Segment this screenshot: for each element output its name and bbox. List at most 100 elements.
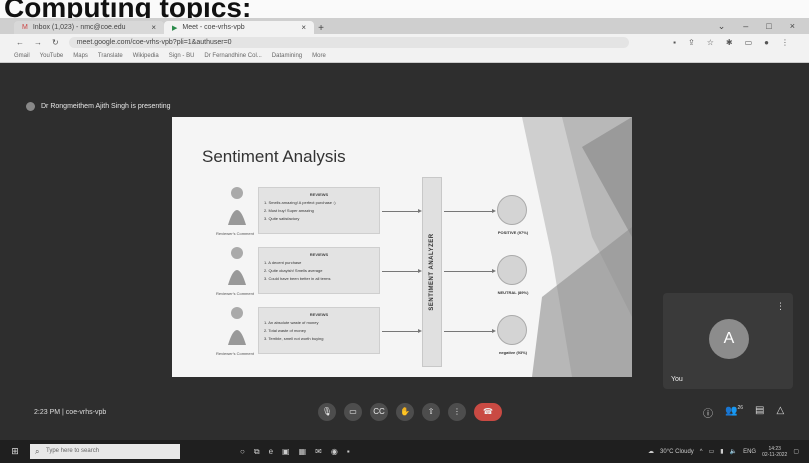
review-line: 1. Smells amazing! A perfect purchase :): [264, 200, 336, 205]
menu-icon[interactable]: ⋮: [781, 38, 789, 47]
minimize-icon[interactable]: –: [743, 21, 748, 32]
arrowhead: [492, 269, 496, 273]
shared-slide: Sentiment Analysis Reviewer's Comment RE…: [172, 117, 632, 377]
review-box-positive: REVIEWS 1. Smells amazing! A perfect pur…: [258, 187, 380, 234]
result-label: negative (93%): [498, 350, 527, 355]
people-icon[interactable]: 👥26: [725, 405, 743, 420]
mic-icon[interactable]: 🎙: [318, 403, 336, 421]
close-tab-icon[interactable]: ×: [301, 23, 306, 32]
meet-control-bar: 2:23 PM | coe-vrhs-vpb 🎙 ▭ CC ✋ ⇧ ⋮ ☎ ⓘ …: [0, 395, 809, 433]
gmail-icon: M: [22, 24, 28, 31]
app-icon[interactable]: ▪: [347, 447, 350, 457]
bookmark-item[interactable]: YouTube: [40, 53, 64, 59]
edge-icon[interactable]: e: [269, 447, 273, 457]
clock-date: 02-11-2022: [762, 451, 788, 458]
side-panel-controls: ⓘ 👥26 ▤ △: [703, 405, 784, 420]
volume-icon[interactable]: 🔈: [730, 448, 737, 455]
review-heading: REVIEWS: [309, 192, 329, 197]
review-heading: REVIEWS: [309, 252, 329, 257]
url-input[interactable]: meet.google.com/coe-vrhs-vpb?pli=1&authu…: [68, 36, 629, 48]
bookmark-item[interactable]: More: [312, 53, 326, 59]
reviewer-icon: [228, 247, 246, 285]
meeting-code: coe-vrhs-vpb: [65, 409, 107, 416]
smiley-neutral-icon: [497, 255, 527, 285]
task-view-icon[interactable]: ⧉: [254, 447, 260, 457]
reviewer-label: Reviewer's Comment: [216, 231, 254, 236]
close-tab-icon[interactable]: ×: [151, 23, 156, 32]
smiley-positive-icon: [497, 195, 527, 225]
present-icon[interactable]: ⇧: [422, 403, 440, 421]
bookmark-item[interactable]: Maps: [73, 53, 88, 59]
maximize-icon[interactable]: □: [766, 21, 771, 32]
bookmark-item[interactable]: Dr Fernandhine Col...: [204, 53, 261, 59]
notifications-icon[interactable]: ▢: [793, 448, 799, 455]
window-icon[interactable]: ▭: [745, 38, 753, 47]
tray-chevron-icon[interactable]: ^: [700, 449, 703, 455]
screenshot-root: Computing topics: M Inbox (1,023) - nmc@…: [0, 0, 809, 463]
arrow: [382, 211, 420, 212]
store-icon[interactable]: ▦: [299, 447, 307, 457]
review-heading: REVIEWS: [309, 312, 329, 317]
reload-icon[interactable]: ↻: [52, 38, 59, 47]
taskbar-search-input[interactable]: Type here to search: [30, 444, 180, 459]
language-indicator[interactable]: ENG: [743, 449, 756, 455]
battery-icon[interactable]: ▮: [720, 448, 723, 455]
reviewer-label: Reviewer's Comment: [216, 351, 254, 356]
weather-icon[interactable]: ☁: [648, 448, 654, 455]
result-label: POSITIVE (97%): [497, 230, 529, 235]
mail-icon[interactable]: ✉: [315, 447, 322, 457]
windows-taskbar: ⊞ Type here to search ○ ⧉ e ▣ ▦ ✉ ◉ ▪ ☁ …: [0, 440, 809, 463]
participants-badge: 26: [737, 405, 744, 411]
file-explorer-icon[interactable]: ▣: [282, 447, 290, 457]
bookmark-item[interactable]: Sign - BU: [169, 53, 195, 59]
captions-icon[interactable]: CC: [370, 403, 388, 421]
clock[interactable]: 14:23 02-11-2022: [762, 446, 787, 458]
share-icon[interactable]: ⇪: [688, 38, 695, 47]
review-line: 1. An absolute waste of money: [264, 320, 319, 325]
forward-icon[interactable]: →: [34, 38, 42, 47]
info-icon[interactable]: ⓘ: [703, 405, 713, 420]
more-icon[interactable]: ⋮: [448, 403, 466, 421]
reviewer-icon: [228, 307, 246, 345]
tab-meet[interactable]: ▶ Meet - coe-vrhs-vpb ×: [164, 21, 314, 34]
self-video-tile[interactable]: ⋮ A You: [663, 293, 793, 389]
profile-icon[interactable]: ●: [764, 38, 769, 47]
page-heading: Computing topics:: [0, 0, 809, 18]
camera-icon[interactable]: ▭: [344, 403, 362, 421]
avatar: A: [709, 319, 749, 359]
chevron-down-icon[interactable]: ⌄: [718, 21, 726, 32]
end-call-icon[interactable]: ☎: [474, 403, 502, 421]
star-icon[interactable]: ☆: [707, 38, 714, 47]
call-controls: 🎙 ▭ CC ✋ ⇧ ⋮ ☎: [318, 403, 502, 421]
slide-title: Sentiment Analysis: [202, 147, 346, 166]
more-options-icon[interactable]: ⋮: [776, 301, 785, 312]
bookmark-item[interactable]: Wikipedia: [133, 53, 159, 59]
network-icon[interactable]: ▭: [709, 448, 715, 455]
address-bar-row: ← → ↻ meet.google.com/coe-vrhs-vpb?pli=1…: [0, 34, 809, 50]
chrome-icon[interactable]: ◉: [331, 447, 338, 457]
tab-label: Inbox (1,023) - nmc@coe.edu: [32, 24, 126, 31]
raise-hand-icon[interactable]: ✋: [396, 403, 414, 421]
cortana-icon[interactable]: ○: [240, 447, 245, 457]
back-icon[interactable]: ←: [16, 38, 24, 47]
bookmark-item[interactable]: Translate: [98, 53, 123, 59]
weather-text[interactable]: 30°C Cloudy: [660, 449, 694, 455]
review-line: 3. Quite satisfactory: [264, 216, 300, 221]
activities-icon[interactable]: △: [776, 405, 784, 420]
review-line: 2. Total waste of money: [264, 328, 306, 333]
chat-icon[interactable]: ▤: [755, 405, 764, 420]
taskbar-apps: ○ ⧉ e ▣ ▦ ✉ ◉ ▪: [240, 447, 350, 457]
windows-start-icon[interactable]: ⊞: [0, 446, 30, 457]
meeting-details: 2:23 PM | coe-vrhs-vpb: [34, 409, 107, 416]
tab-gmail[interactable]: M Inbox (1,023) - nmc@coe.edu ×: [14, 21, 164, 34]
close-icon[interactable]: ×: [790, 21, 795, 32]
bookmark-item[interactable]: Gmail: [14, 53, 30, 59]
extensions-icon[interactable]: ✱: [726, 38, 733, 47]
new-tab-button[interactable]: +: [314, 23, 328, 34]
bookmark-item[interactable]: Datamining: [272, 53, 302, 59]
review-box-neutral: REVIEWS 1. A decent purchase 2. Quite ok…: [258, 247, 380, 294]
camera-indicator-icon[interactable]: ▪: [673, 38, 676, 47]
self-name-label: You: [671, 376, 683, 383]
reviewer-label: Reviewer's Comment: [216, 291, 254, 296]
review-line: 2. Must buy! Super amazing: [264, 208, 314, 213]
